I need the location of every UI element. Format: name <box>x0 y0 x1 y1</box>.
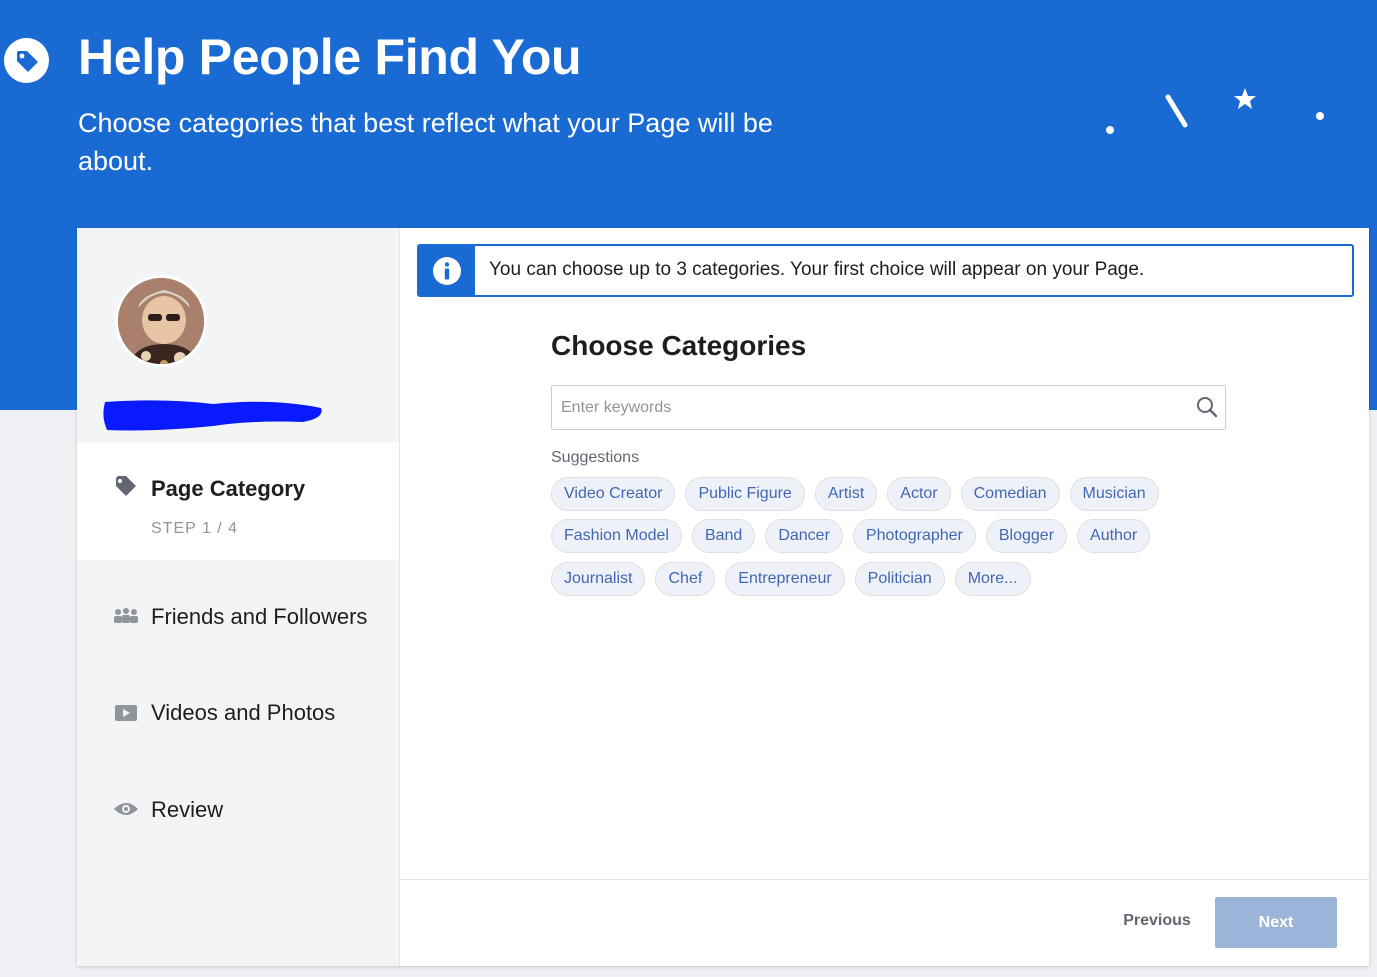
chip-row: Fashion Model Band Dancer Photographer B… <box>551 519 1160 553</box>
chip-public-figure[interactable]: Public Figure <box>685 477 805 511</box>
chip-more[interactable]: More... <box>954 562 1031 596</box>
page-subtitle: Choose categories that best reflect what… <box>78 108 773 176</box>
next-button[interactable]: Next <box>1215 897 1337 948</box>
info-text: You can choose up to 3 categories. Your … <box>489 259 1145 280</box>
chip-actor[interactable]: Actor <box>887 477 951 511</box>
chip-band[interactable]: Band <box>691 519 756 553</box>
chip-photographer[interactable]: Photographer <box>852 519 976 553</box>
suggestions-label: Suggestions <box>551 449 640 466</box>
chip-blogger[interactable]: Blogger <box>985 519 1068 553</box>
section-title: Choose Categories <box>551 330 807 361</box>
avatar[interactable] <box>115 275 207 367</box>
search-icon[interactable] <box>1195 395 1219 419</box>
chip-row: Video Creator Public Figure Artist Actor… <box>551 477 1169 511</box>
people-icon <box>113 605 139 627</box>
footer-divider <box>400 879 1369 880</box>
step-label: Videos and Photos <box>151 700 336 725</box>
step-label: Review <box>151 797 224 822</box>
chip-journalist[interactable]: Journalist <box>551 562 646 596</box>
category-search <box>551 385 1226 430</box>
chip-musician[interactable]: Musician <box>1069 477 1159 511</box>
chip-politician[interactable]: Politician <box>854 562 945 596</box>
step-label: Page Category <box>151 476 306 501</box>
page-title: Help People Find You <box>78 29 582 85</box>
info-notice: You can choose up to 3 categories. Your … <box>417 244 1354 297</box>
decoration-sparkles-icon <box>1106 88 1324 134</box>
step-page-category[interactable]: Page Category <box>77 442 399 560</box>
chip-entrepreneur[interactable]: Entrepreneur <box>725 562 845 596</box>
search-input[interactable] <box>552 386 1172 429</box>
chip-chef[interactable]: Chef <box>655 562 716 596</box>
eye-icon <box>113 798 139 820</box>
tag-icon <box>4 38 49 83</box>
chip-dancer[interactable]: Dancer <box>765 519 843 553</box>
chip-artist[interactable]: Artist <box>814 477 878 511</box>
chip-row: Journalist Chef Entrepreneur Politician … <box>551 562 1041 596</box>
sidebar: Page Category STEP 1 / 4 Friends and Fol… <box>77 228 400 966</box>
wizard-card: Page Category STEP 1 / 4 Friends and Fol… <box>77 228 1369 966</box>
chip-author[interactable]: Author <box>1077 519 1151 553</box>
tag-icon <box>113 476 139 498</box>
video-icon <box>113 702 139 724</box>
info-icon <box>419 246 475 295</box>
chip-comedian[interactable]: Comedian <box>960 477 1060 511</box>
chip-fashion-model[interactable]: Fashion Model <box>551 519 682 553</box>
previous-button[interactable]: Previous <box>1107 904 1207 938</box>
redacted-name <box>103 400 322 431</box>
step-label: Friends and Followers <box>151 604 368 629</box>
chip-video-creator[interactable]: Video Creator <box>551 477 676 511</box>
step-counter: STEP 1 / 4 <box>151 520 239 537</box>
